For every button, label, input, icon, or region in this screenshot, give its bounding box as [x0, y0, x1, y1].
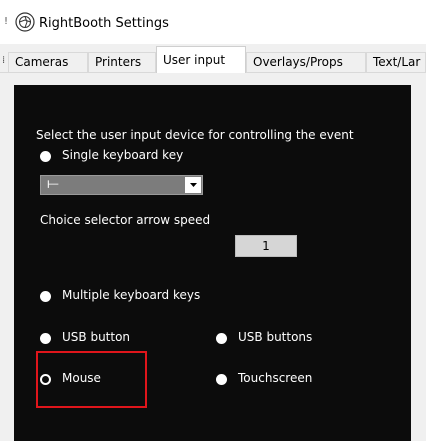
single-key-label[interactable]: Single keyboard key [62, 148, 183, 162]
tab-text[interactable]: Text/Lar [366, 52, 426, 72]
tab-strip: ⁞ Cameras Printers User input Overlays/P… [0, 44, 426, 73]
arrow-speed-input[interactable]: 1 [235, 235, 297, 257]
window-title: RightBooth Settings [39, 16, 169, 31]
tab-overlays-props[interactable]: Overlays/Props [246, 52, 366, 72]
mouse-highlight-box [36, 351, 147, 408]
multiple-keys-label[interactable]: Multiple keyboard keys [62, 288, 200, 302]
radio-multiple-keys[interactable] [40, 291, 51, 302]
chevron-down-icon[interactable] [185, 177, 201, 193]
key-select-value: ⟝ [47, 176, 59, 192]
app-logo-icon [14, 11, 36, 33]
radio-single-key[interactable] [40, 151, 51, 162]
touchscreen-label[interactable]: Touchscreen [238, 371, 312, 385]
usb-button-label[interactable]: USB button [62, 330, 130, 344]
radio-usb-buttons[interactable] [216, 333, 227, 344]
tab-user-input[interactable]: User input [156, 46, 246, 73]
title-bar: ! RightBooth Settings [0, 0, 426, 44]
title-edge-glyph: ! [4, 16, 9, 27]
key-select-dropdown[interactable]: ⟝ [40, 175, 203, 195]
tab-cameras[interactable]: Cameras [8, 52, 88, 72]
usb-buttons-label[interactable]: USB buttons [238, 330, 312, 344]
arrow-speed-label: Choice selector arrow speed [40, 213, 211, 227]
tab-printers[interactable]: Printers [88, 52, 156, 72]
input-device-prompt: Select the user input device for control… [36, 128, 354, 142]
radio-touchscreen[interactable] [216, 374, 227, 385]
radio-usb-button[interactable] [40, 333, 51, 344]
